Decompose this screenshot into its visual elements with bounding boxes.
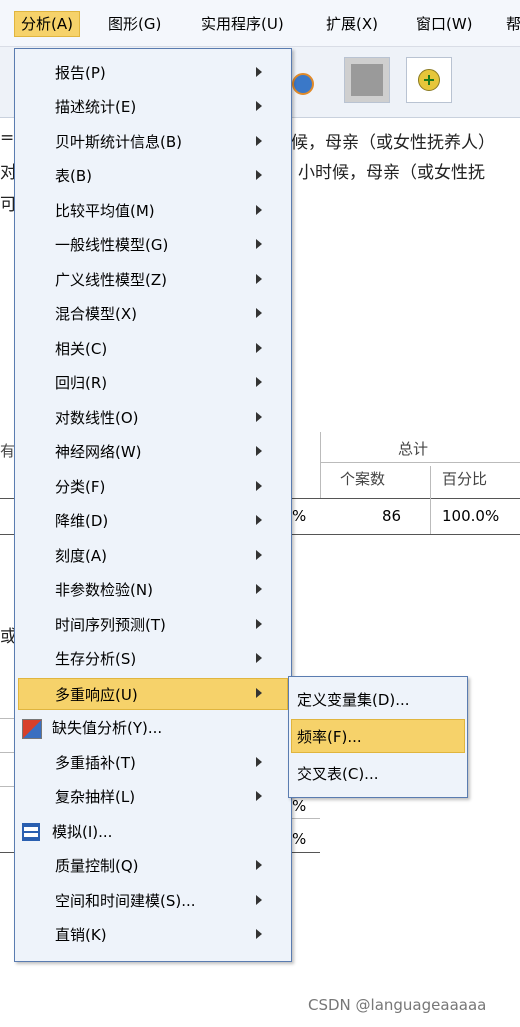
bg-value-suffix: %	[292, 507, 307, 525]
submenu-arrow-icon	[256, 550, 262, 560]
submenu-arrow-icon	[256, 515, 262, 525]
submenu-arrow-icon	[256, 170, 262, 180]
menu-utilities[interactable]: 实用程序(U)	[195, 12, 290, 36]
submenu-arrow-icon	[256, 412, 262, 422]
menu-item-nonparametric-tests[interactable]: 非参数检验(N)	[18, 574, 288, 606]
submenu-item-crosstabs[interactable]: 交叉表(C)...	[291, 757, 465, 791]
submenu-arrow-icon	[256, 205, 262, 215]
menu-item-classify[interactable]: 分类(F)	[18, 471, 288, 503]
watermark-text: CSDN @languageaaaaa	[308, 996, 487, 1014]
menu-item-complex-samples[interactable]: 复杂抽样(L)	[18, 781, 288, 813]
submenu-arrow-icon	[256, 929, 262, 939]
menu-item-reports[interactable]: 报告(P)	[18, 57, 288, 89]
bg-col-cases: 个案数	[340, 470, 386, 488]
submenu-arrow-icon	[256, 343, 262, 353]
submenu-arrow-icon	[256, 481, 262, 491]
menu-bar: 分析(A) 图形(G) 实用程序(U) 扩展(X) 窗口(W) 帮	[0, 0, 520, 47]
menu-window[interactable]: 窗口(W)	[410, 12, 479, 36]
bg-pct-a: %	[292, 797, 307, 815]
missing-value-icon	[22, 719, 42, 739]
menu-item-simulation[interactable]: 模拟(I)...	[18, 816, 288, 848]
menu-item-direct-marketing[interactable]: 直销(K)	[18, 919, 288, 951]
menu-item-mixed-models[interactable]: 混合模型(X)	[18, 298, 288, 330]
toolbar-grey-button[interactable]	[344, 57, 390, 103]
menu-item-spatial-temporal-modeling[interactable]: 空间和时间建模(S)...	[18, 885, 288, 917]
submenu-arrow-icon	[256, 446, 262, 456]
toolbar-chart-icon[interactable]	[292, 73, 314, 95]
menu-item-multiple-response[interactable]: 多重响应(U)	[18, 678, 288, 710]
submenu-arrow-icon	[256, 67, 262, 77]
menu-item-quality-control[interactable]: 质量控制(Q)	[18, 850, 288, 882]
menu-item-bayesian-statistics[interactable]: 贝叶斯统计信息(B)	[18, 126, 288, 158]
bg-value-cases: 86	[382, 507, 402, 525]
menu-item-compare-means[interactable]: 比较平均值(M)	[18, 195, 288, 227]
menu-item-general-linear-model[interactable]: 一般线性模型(G)	[18, 229, 288, 261]
submenu-arrow-icon	[256, 377, 262, 387]
submenu-arrow-icon	[256, 308, 262, 318]
simulation-grid-icon	[22, 823, 40, 841]
bg-row-label: 有	[0, 442, 16, 460]
submenu-item-frequencies[interactable]: 频率(F)...	[291, 719, 465, 753]
toolbar-add-button[interactable]	[406, 57, 452, 103]
submenu-arrow-icon	[256, 653, 262, 663]
submenu-item-define-variable-sets[interactable]: 定义变量集(D)...	[291, 683, 465, 717]
menu-item-neural-networks[interactable]: 神经网络(W)	[18, 436, 288, 468]
menu-item-loglinear[interactable]: 对数线性(O)	[18, 402, 288, 434]
menu-analyze[interactable]: 分析(A)	[14, 11, 80, 37]
submenu-arrow-icon	[256, 895, 262, 905]
menu-item-dimension-reduction[interactable]: 降维(D)	[18, 505, 288, 537]
submenu-arrow-icon	[256, 274, 262, 284]
bg-value-percent: 100.0%	[442, 507, 500, 525]
menu-item-scale[interactable]: 刻度(A)	[18, 540, 288, 572]
menu-item-forecasting[interactable]: 时间序列预测(T)	[18, 609, 288, 641]
submenu-arrow-icon	[256, 101, 262, 111]
submenu-arrow-icon	[256, 136, 262, 146]
analyze-dropdown-menu: 报告(P) 描述统计(E) 贝叶斯统计信息(B) 表(B) 比较平均值(M) 一…	[14, 48, 292, 962]
submenu-arrow-icon	[256, 688, 262, 698]
menu-extensions[interactable]: 扩展(X)	[320, 12, 384, 36]
bg-col-percent: 百分比	[442, 470, 488, 488]
menu-item-generalized-linear-models[interactable]: 广义线性模型(Z)	[18, 264, 288, 296]
menu-item-correlate[interactable]: 相关(C)	[18, 333, 288, 365]
bg-total-header: 总计	[398, 440, 429, 458]
menu-item-descriptive-statistics[interactable]: 描述统计(E)	[18, 91, 288, 123]
submenu-arrow-icon	[256, 584, 262, 594]
submenu-arrow-icon	[256, 791, 262, 801]
bg-text-line-1: 候，母亲（或女性抚养人）	[291, 133, 495, 153]
bg-text-line-2: 小时候，母亲（或女性抚	[298, 163, 485, 183]
multiple-response-submenu: 定义变量集(D)... 频率(F)... 交叉表(C)...	[288, 676, 468, 798]
grey-square-icon	[351, 64, 383, 96]
menu-item-tables[interactable]: 表(B)	[18, 160, 288, 192]
submenu-arrow-icon	[256, 239, 262, 249]
menu-help[interactable]: 帮	[500, 12, 520, 36]
submenu-arrow-icon	[256, 757, 262, 767]
bg-text-left-1: =	[0, 128, 15, 148]
menu-item-regression[interactable]: 回归(R)	[18, 367, 288, 399]
menu-item-multiple-imputation[interactable]: 多重插补(T)	[18, 747, 288, 779]
submenu-arrow-icon	[256, 619, 262, 629]
menu-graphs[interactable]: 图形(G)	[102, 12, 167, 36]
submenu-arrow-icon	[256, 860, 262, 870]
add-circle-icon	[418, 69, 440, 91]
menu-item-missing-value-analysis[interactable]: 缺失值分析(Y)...	[18, 712, 288, 744]
menu-item-survival[interactable]: 生存分析(S)	[18, 643, 288, 675]
bg-pct-b: %	[292, 830, 307, 848]
